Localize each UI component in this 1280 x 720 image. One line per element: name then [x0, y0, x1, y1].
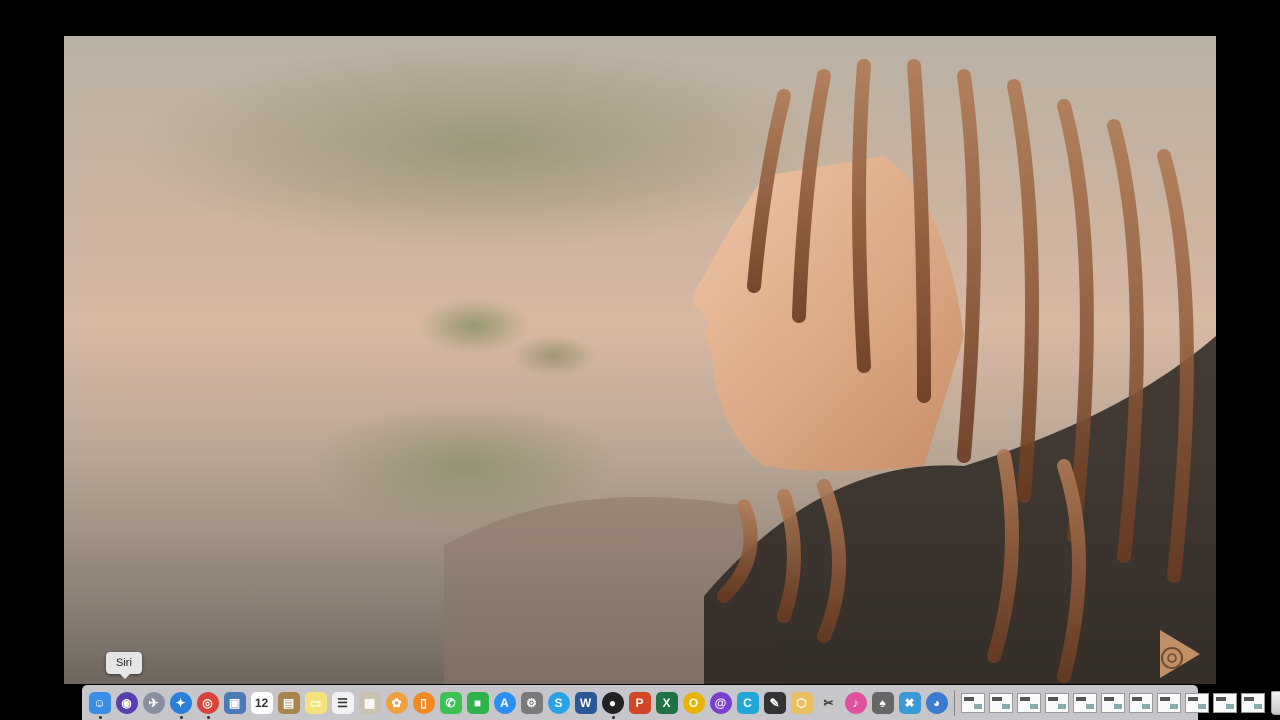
dock-windows	[959, 692, 1267, 713]
pen-tool-icon-glyph: ♠	[879, 695, 886, 710]
minimized-window-11[interactable]	[1241, 692, 1265, 713]
minimized-window-2[interactable]	[989, 692, 1013, 713]
notes-icon[interactable]: ▭	[304, 691, 327, 714]
proxy-app-icon-glyph: ◕	[932, 695, 941, 710]
minimized-window-8[interactable]	[1157, 692, 1181, 713]
minimized-window-10[interactable]	[1213, 692, 1237, 713]
contacts-icon-glyph: ▦	[363, 695, 376, 710]
minimized-window-7[interactable]	[1129, 692, 1153, 713]
video-image	[444, 59, 1216, 684]
scissors-app-icon[interactable]: ✂	[817, 691, 840, 714]
spiral-app-icon-glyph: @	[714, 695, 727, 710]
messages-icon-glyph: ✆	[445, 695, 456, 710]
outlook-icon-glyph: O	[688, 695, 699, 710]
launchpad-icon[interactable]: ✈	[142, 691, 165, 714]
minimized-window-1[interactable]	[961, 692, 985, 713]
x-app-icon[interactable]: ✖	[898, 691, 921, 714]
system-preferences-icon[interactable]: ⚙	[520, 691, 543, 714]
dock-separator	[954, 689, 955, 716]
photos-icon-glyph: ✿	[391, 695, 402, 710]
calendar-icon[interactable]: 12	[250, 691, 273, 714]
skype-icon-glyph: S	[554, 695, 563, 710]
photos-icon[interactable]: ✿	[385, 691, 408, 714]
safari-icon-glyph: ✦	[175, 695, 186, 710]
books-icon[interactable]: ▯	[412, 691, 435, 714]
itunes-icon-glyph: ♪	[852, 695, 859, 710]
skype-icon[interactable]: S	[547, 691, 570, 714]
notes-icon-glyph: ▭	[309, 695, 322, 710]
app-store-icon[interactable]: A	[493, 691, 516, 714]
messages-icon[interactable]: ✆	[439, 691, 462, 714]
dock-apps: ☺ ◉ ✈ ✦ ◎ ▣ 12 ▤ ▭ ☰ ▦ ✿ ▯ ✆ ■ A ⚙ S W ● P X O @ C ✎ ⬡ ✂ ♪ ♠ ✖ ◕	[86, 691, 950, 719]
reminders-icon-glyph: ☰	[337, 695, 348, 710]
minimized-window-5[interactable]	[1073, 692, 1097, 713]
obs-icon-glyph: ●	[608, 695, 617, 710]
finder-icon-glyph: ☺	[93, 695, 106, 710]
minimized-window-6[interactable]	[1101, 692, 1125, 713]
excel-icon[interactable]: X	[655, 691, 678, 714]
word-icon[interactable]: W	[574, 691, 597, 714]
system-preferences-icon-glyph: ⚙	[526, 695, 537, 710]
play-logo-icon	[1160, 630, 1200, 678]
running-indicator	[98, 715, 102, 719]
minimized-window-4[interactable]	[1045, 692, 1069, 713]
powerpoint-icon[interactable]: P	[628, 691, 651, 714]
package-icon-glyph: ⬡	[796, 695, 807, 710]
facetime-icon-glyph: ■	[473, 695, 482, 710]
package-icon[interactable]: ⬡	[790, 691, 813, 714]
launchpad-icon-glyph: ✈	[148, 695, 159, 710]
c-app-icon[interactable]: C	[736, 691, 759, 714]
outlook-icon[interactable]: O	[682, 691, 705, 714]
preview-icon-glyph: ▣	[228, 695, 241, 710]
minimized-window-3[interactable]	[1017, 692, 1041, 713]
itunes-icon[interactable]: ♪	[844, 691, 867, 714]
siri-icon-glyph: ◉	[121, 695, 132, 710]
contacts-icon[interactable]: ▦	[358, 691, 381, 714]
chrome-icon[interactable]: ◎	[196, 691, 219, 719]
trash-icon[interactable]	[1271, 690, 1280, 715]
running-indicator	[611, 715, 615, 719]
word-icon-glyph: W	[579, 695, 592, 710]
finder-icon[interactable]: ☺	[88, 691, 111, 719]
running-indicator	[179, 715, 183, 719]
obs-icon[interactable]: ●	[601, 691, 624, 719]
calendar-icon-glyph: 12	[254, 695, 269, 710]
spiral-app-icon[interactable]: @	[709, 691, 732, 714]
final-cut-icon-glyph: ✎	[769, 695, 780, 710]
proxy-app-icon[interactable]: ◕	[925, 691, 948, 714]
books-icon-glyph: ▯	[420, 695, 427, 710]
scissors-app-icon-glyph: ✂	[823, 695, 834, 710]
app-store-icon-glyph: A	[500, 695, 509, 710]
powerpoint-icon-glyph: P	[635, 695, 644, 710]
pen-tool-icon[interactable]: ♠	[871, 691, 894, 714]
facetime-icon[interactable]: ■	[466, 691, 489, 714]
video-frame	[64, 36, 1216, 684]
siri-tooltip: Siri	[106, 652, 142, 679]
safari-icon[interactable]: ✦	[169, 691, 192, 719]
minimized-window-9[interactable]	[1185, 692, 1209, 713]
notes-brown-icon-glyph: ▤	[282, 695, 295, 710]
reminders-icon[interactable]: ☰	[331, 691, 354, 714]
excel-icon-glyph: X	[662, 695, 671, 710]
notes-brown-icon[interactable]: ▤	[277, 691, 300, 714]
siri-icon[interactable]: ◉	[115, 691, 138, 714]
preview-icon[interactable]: ▣	[223, 691, 246, 714]
chrome-icon-glyph: ◎	[202, 695, 213, 710]
dock: ☺ ◉ ✈ ✦ ◎ ▣ 12 ▤ ▭ ☰ ▦ ✿ ▯ ✆ ■ A ⚙ S W ● P X O @ C ✎ ⬡ ✂ ♪ ♠ ✖ ◕	[82, 685, 1280, 720]
x-app-icon-glyph: ✖	[904, 695, 915, 710]
running-indicator	[206, 715, 210, 719]
c-app-icon-glyph: C	[743, 695, 752, 710]
final-cut-icon[interactable]: ✎	[763, 691, 786, 714]
